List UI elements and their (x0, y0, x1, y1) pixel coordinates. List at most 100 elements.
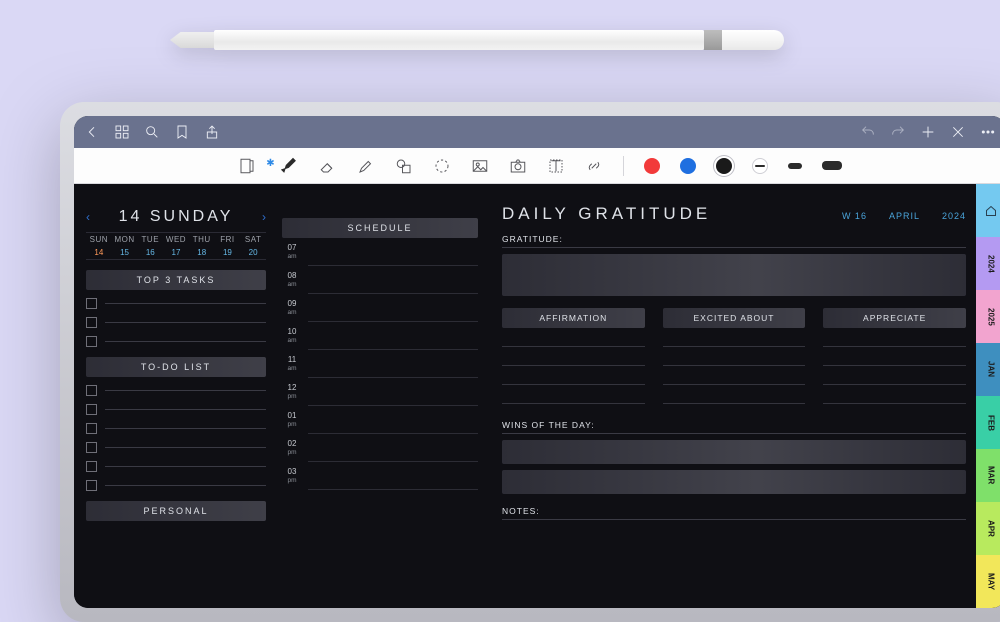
side-tab[interactable]: APR (976, 502, 1000, 555)
link-tool-icon[interactable] (585, 157, 603, 175)
task-line[interactable] (86, 317, 266, 328)
writing-line[interactable] (502, 403, 645, 404)
schedule-row[interactable]: 09am (282, 300, 478, 322)
color-black-selected[interactable] (716, 158, 732, 174)
side-tab[interactable] (976, 184, 1000, 237)
side-tab[interactable]: JAN (976, 343, 1000, 396)
pencil-band (704, 30, 722, 50)
schedule-row[interactable]: 12pm (282, 384, 478, 406)
schedule-slot[interactable] (308, 328, 478, 350)
weekday-number[interactable]: 16 (137, 246, 163, 259)
schedule-slot[interactable] (308, 468, 478, 490)
task-line[interactable] (86, 336, 266, 347)
close-icon[interactable] (950, 124, 966, 140)
todo-line[interactable] (86, 442, 266, 453)
writing-line[interactable] (663, 384, 806, 385)
todo-header: TO-DO LIST (86, 357, 266, 377)
eraser-tool-icon[interactable] (319, 157, 337, 175)
schedule-slot[interactable] (308, 384, 478, 406)
weekday-number[interactable]: 19 (215, 246, 241, 259)
bookmark-icon[interactable] (174, 124, 190, 140)
share-icon[interactable] (204, 124, 220, 140)
wins-box[interactable] (502, 470, 966, 494)
lasso-tool-icon[interactable] (433, 157, 451, 175)
image-tool-icon[interactable] (471, 157, 489, 175)
weekday-number[interactable]: 15 (112, 246, 138, 259)
week-grid: SUNMONTUEWEDTHUFRISAT14151617181920 (86, 232, 266, 260)
more-icon[interactable] (980, 124, 996, 140)
schedule-row[interactable]: 07am (282, 244, 478, 266)
schedule-row[interactable]: 10am (282, 328, 478, 350)
right-header: DAILY GRATITUDE W 16 APRIL 2024 (502, 204, 966, 224)
schedule-slot[interactable] (308, 272, 478, 294)
weekday-number[interactable]: 17 (163, 246, 189, 259)
appreciate-header: APPRECIATE (823, 308, 966, 328)
gratitude-box[interactable] (502, 254, 966, 296)
color-red[interactable] (644, 158, 660, 174)
stroke-thin[interactable] (752, 158, 768, 174)
notebook-tool-icon[interactable] (238, 157, 256, 175)
next-day-button[interactable]: › (262, 210, 266, 224)
todo-line[interactable] (86, 461, 266, 472)
writing-line[interactable] (502, 384, 645, 385)
side-tab[interactable]: MAY (976, 555, 1000, 608)
hour-label: 10am (282, 328, 302, 350)
writing-line[interactable] (663, 365, 806, 366)
side-tab[interactable]: 2025 (976, 290, 1000, 343)
stroke-medium[interactable] (788, 163, 802, 169)
writing-line[interactable] (823, 384, 966, 385)
camera-tool-icon[interactable] (509, 157, 527, 175)
undo-icon[interactable] (860, 124, 876, 140)
schedule-row[interactable]: 01pm (282, 412, 478, 434)
week-tag[interactable]: W 16 (842, 211, 867, 221)
schedule-column: SCHEDULE 07am08am09am10am11am12pm01pm02p… (276, 184, 484, 608)
schedule-slot[interactable] (308, 440, 478, 462)
schedule-slot[interactable] (308, 412, 478, 434)
excited-header: EXCITED ABOUT (663, 308, 806, 328)
weekday-name: WED (163, 233, 189, 246)
weekday-number[interactable]: 20 (240, 246, 266, 259)
task-line[interactable] (86, 298, 266, 309)
prev-day-button[interactable]: ‹ (86, 210, 90, 224)
pen-tool-icon[interactable] (281, 157, 299, 175)
text-tool-icon[interactable] (547, 157, 565, 175)
side-tab[interactable]: FEB (976, 396, 1000, 449)
writing-line[interactable] (663, 403, 806, 404)
color-blue[interactable] (680, 158, 696, 174)
schedule-slot[interactable] (308, 244, 478, 266)
add-icon[interactable] (920, 124, 936, 140)
weekday-number[interactable]: 18 (189, 246, 215, 259)
writing-line[interactable] (502, 346, 645, 347)
month-tag[interactable]: APRIL (889, 211, 920, 221)
schedule-row[interactable]: 03pm (282, 468, 478, 490)
side-tab[interactable]: MAR (976, 449, 1000, 502)
search-icon[interactable] (144, 124, 160, 140)
todo-line[interactable] (86, 480, 266, 491)
schedule-slot[interactable] (308, 356, 478, 378)
todo-line[interactable] (86, 385, 266, 396)
schedule-row[interactable]: 02pm (282, 440, 478, 462)
highlighter-tool-icon[interactable] (357, 157, 375, 175)
writing-line[interactable] (823, 346, 966, 347)
writing-line[interactable] (502, 365, 645, 366)
todo-line[interactable] (86, 423, 266, 434)
writing-line[interactable] (823, 365, 966, 366)
shapes-tool-icon[interactable] (395, 157, 413, 175)
back-icon[interactable] (84, 124, 100, 140)
grid-icon[interactable] (114, 124, 130, 140)
todo-line[interactable] (86, 404, 266, 415)
side-tab[interactable]: 2024 (976, 237, 1000, 290)
wins-box[interactable] (502, 440, 966, 464)
writing-line[interactable] (823, 403, 966, 404)
stroke-thick[interactable] (822, 161, 842, 170)
redo-icon[interactable] (890, 124, 906, 140)
writing-line[interactable] (663, 346, 806, 347)
schedule-slot[interactable] (308, 300, 478, 322)
affirmation-header: AFFIRMATION (502, 308, 645, 328)
pencil-cap (722, 30, 784, 50)
schedule-row[interactable]: 11am (282, 356, 478, 378)
weekday-number[interactable]: 14 (86, 246, 112, 259)
schedule-row[interactable]: 08am (282, 272, 478, 294)
hour-label: 08am (282, 272, 302, 294)
year-tag[interactable]: 2024 (942, 211, 966, 221)
